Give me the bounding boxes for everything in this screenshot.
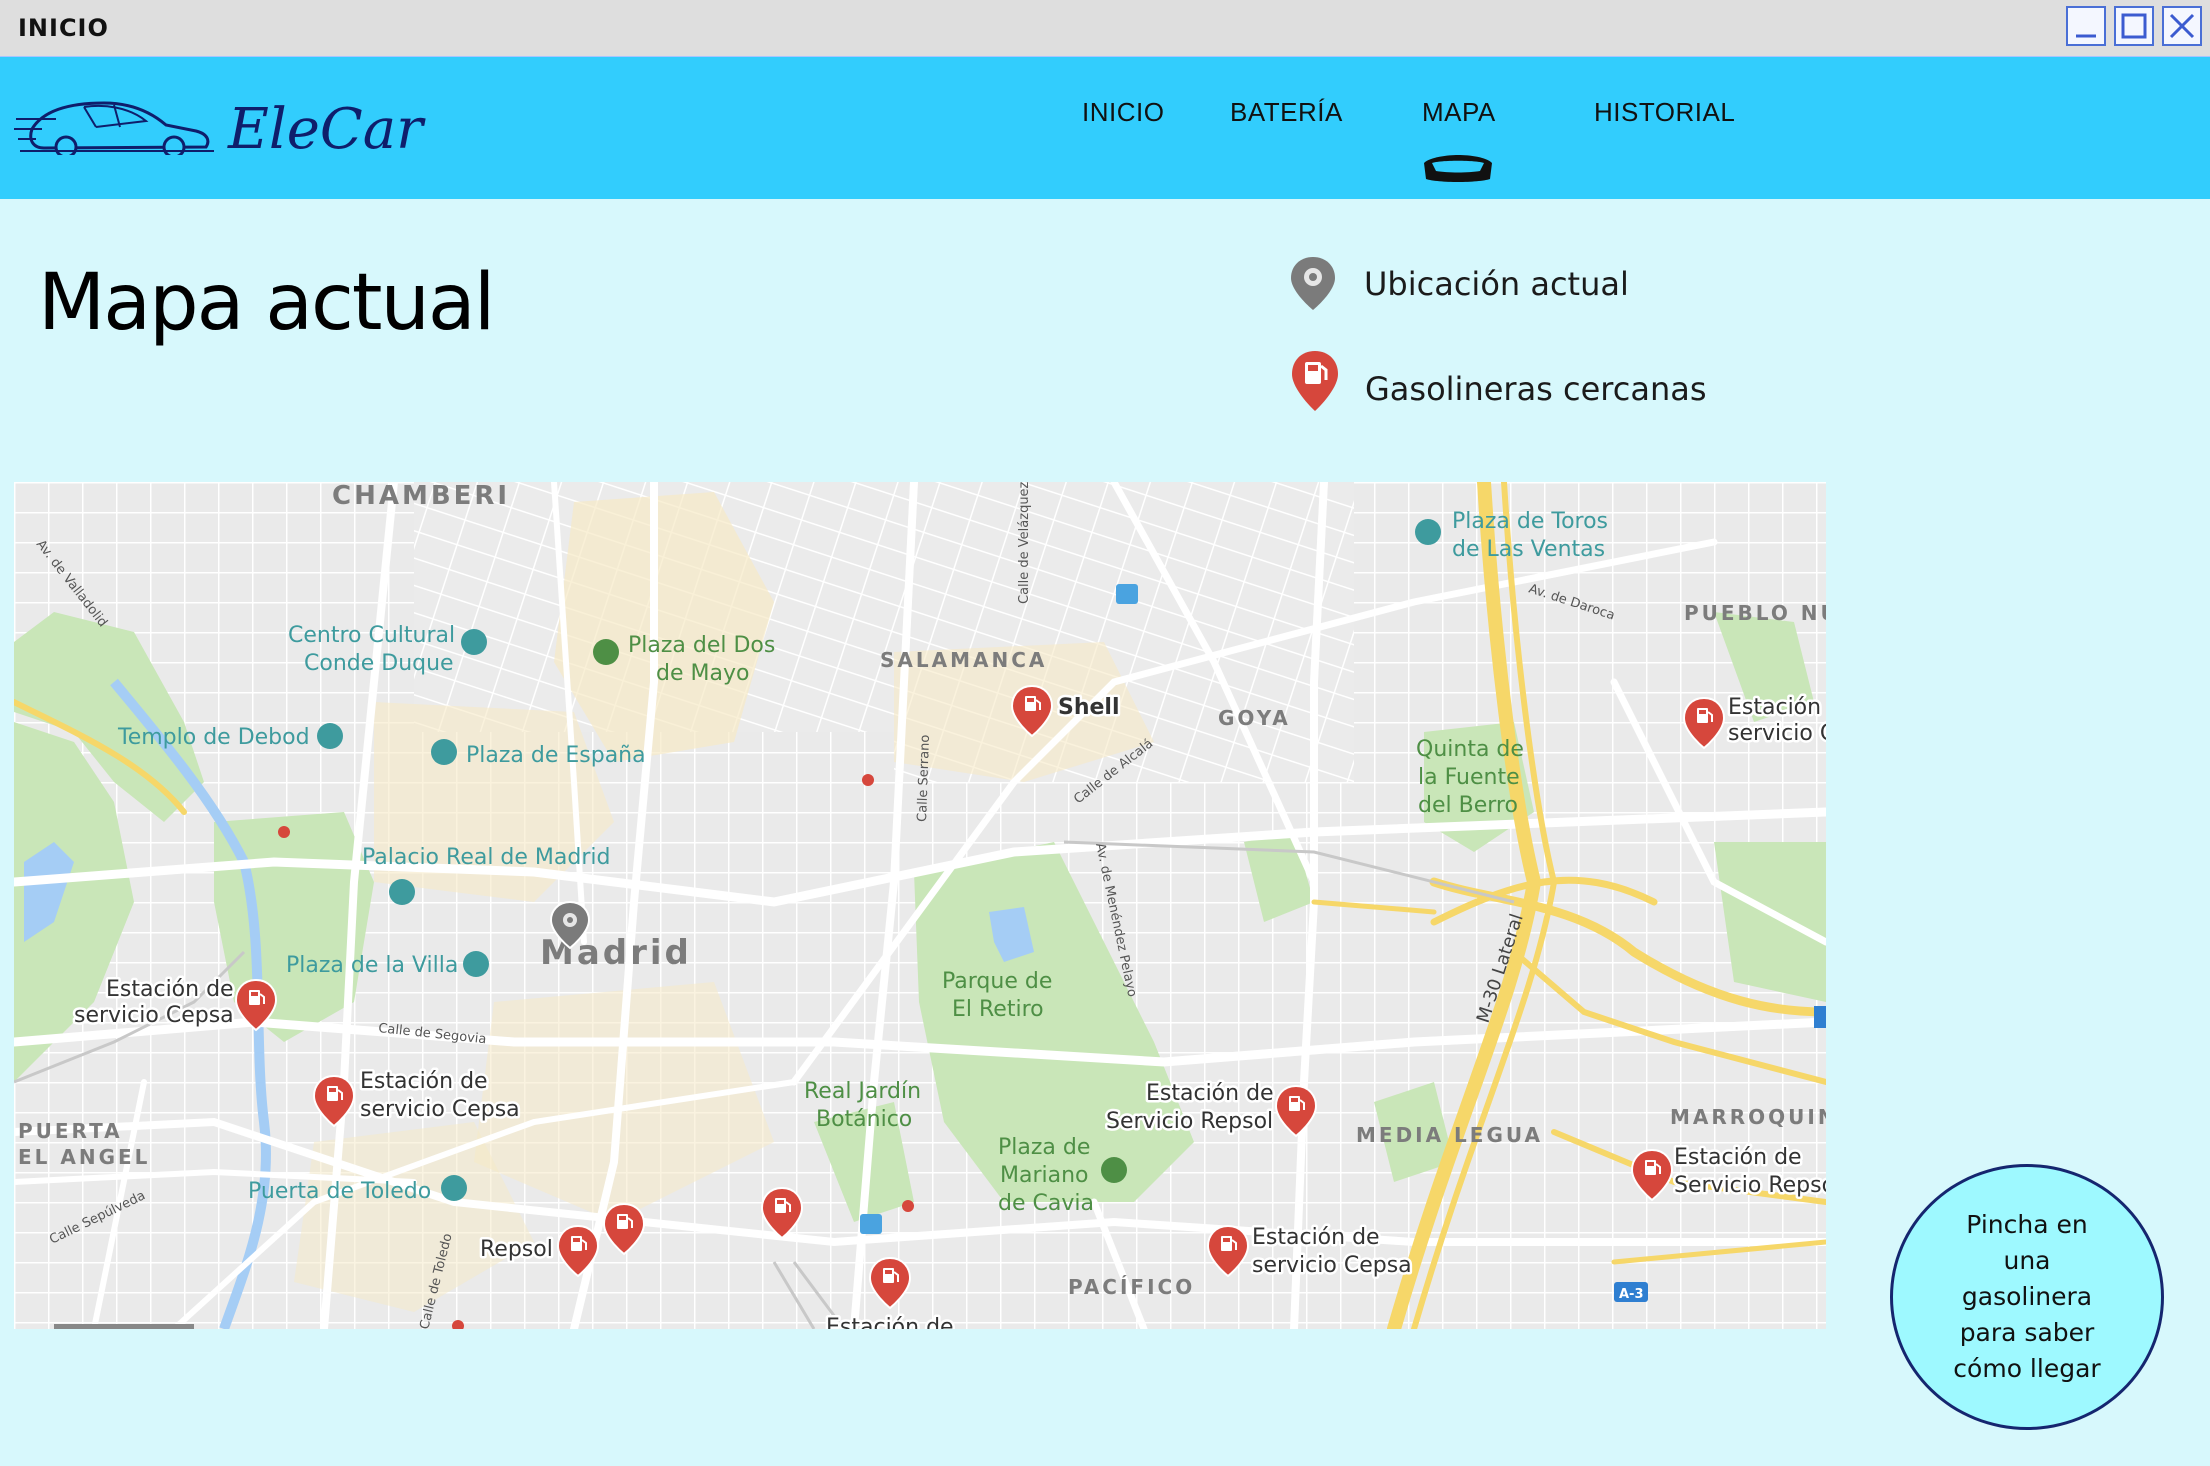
station-label-cepsa-south-2: servicio Cepsa — [1252, 1253, 1412, 1278]
map-place-retiro-1: Parque de — [942, 969, 1052, 994]
station-label-repsol-1: Estación de — [1146, 1081, 1274, 1106]
map-area-goya: GOYA — [1218, 706, 1291, 730]
station-label-cepsa-south-1: Estación de — [1252, 1225, 1380, 1250]
map-place-centro-cultural-1: Centro Cultural — [288, 623, 455, 648]
metro-icon — [1116, 584, 1138, 604]
map-area-marroquina: MARROQUIN — [1670, 1105, 1826, 1129]
map-place-quinta-3: del Berro — [1418, 793, 1518, 818]
map-area-chamberi: CHAMBERI — [332, 482, 510, 511]
map-place-dos-mayo-1: Plaza del Dos — [628, 633, 775, 658]
station-label-repsol-east-2: Servicio Repso — [1674, 1173, 1826, 1198]
map-place-mariano-3: de Cavia — [998, 1191, 1094, 1216]
poi-plaza-espana-icon — [431, 739, 457, 765]
station-label-cepsa-sw-2: servicio Cepsa — [360, 1097, 520, 1122]
location-pin-icon — [1291, 257, 1335, 310]
poi-puerta-toledo-icon — [441, 1175, 467, 1201]
metro-dot-icon — [862, 774, 874, 786]
map-area-media-legua: MEDIA LEGUA — [1356, 1123, 1543, 1147]
map-area-pueblo-nuevo: PUEBLO NU — [1684, 601, 1826, 625]
window-title: INICIO — [18, 14, 109, 42]
map-street-serrano: Calle Serrano — [915, 734, 933, 822]
close-icon — [2169, 13, 2195, 39]
fuel-pin-icon — [1292, 351, 1338, 411]
map-road-a3: A-3 — [1619, 1287, 1644, 1302]
map-place-quinta-2: la Fuente — [1418, 765, 1520, 790]
metro-dot-icon — [902, 1200, 914, 1212]
active-tab-car-icon — [1424, 155, 1492, 182]
car-logo-icon — [14, 101, 214, 155]
map-place-mariano-2: Mariano — [1000, 1163, 1089, 1188]
station-label-cepsa-west-2: servicio Cepsa — [74, 1003, 234, 1028]
map-place-dos-mayo-2: de Mayo — [656, 661, 749, 686]
map-place-templo-debod: Templo de Debod — [117, 725, 310, 750]
map-place-centro-cultural-2: Conde Duque — [304, 651, 454, 676]
minimize-icon — [2076, 34, 2096, 38]
map-area-puerta-2: EL ANGEL — [18, 1145, 150, 1169]
train-icon — [860, 1214, 882, 1234]
map-area-puerta-1: PUERTA — [18, 1119, 123, 1143]
map-street-velazquez: Calle de Velázquez — [1017, 482, 1032, 604]
station-label-cepsa-sw-1: Estación de — [360, 1069, 488, 1094]
station-label-repsol-east-1: Estación de — [1674, 1145, 1802, 1170]
map-place-plaza-toros-2: de Las Ventas — [1452, 537, 1605, 562]
map-place-jardin-1: Real Jardín — [804, 1079, 921, 1104]
poi-mariano-icon — [1101, 1157, 1127, 1183]
brand-name: EleCar — [228, 97, 423, 162]
poi-centro-cultural-icon — [461, 629, 487, 655]
map-canvas[interactable]: CHAMBERI SALAMANCA GOYA PUEBLO NU Madrid… — [14, 482, 1826, 1329]
poi-dos-mayo-icon — [593, 639, 619, 665]
map-place-plaza-espana: Plaza de España — [466, 743, 646, 768]
minimize-button[interactable] — [2066, 6, 2106, 46]
legend-current-location: Ubicación actual — [1364, 265, 1629, 303]
map-place-mariano-1: Plaza de — [998, 1135, 1090, 1160]
map-place-palacio-real: Palacio Real de Madrid — [362, 845, 610, 870]
poi-plaza-toros-icon — [1415, 519, 1441, 545]
station-label-cepsa-west-1: Estación de — [106, 977, 234, 1002]
nav-inicio[interactable]: INICIO — [1082, 97, 1164, 128]
map-area-pacifico: PACÍFICO — [1068, 1275, 1195, 1299]
metro-dot-icon — [278, 826, 290, 838]
window-titlebar: INICIO — [0, 0, 2210, 57]
maximize-button[interactable] — [2114, 6, 2154, 46]
map-place-jardin-2: Botánico — [816, 1107, 912, 1132]
station-label-repsol-small: Repsol — [480, 1237, 553, 1262]
station-label-right-1: Estación — [1728, 695, 1821, 720]
map-area-salamanca: SALAMANCA — [880, 648, 1047, 672]
station-label-right-2: servicio C — [1728, 721, 1826, 746]
station-label-shell: Shell — [1058, 695, 1120, 720]
hint-bubble: Pincha en una gasolinera para saber cómo… — [1890, 1164, 2164, 1430]
maximize-icon — [2121, 13, 2147, 39]
top-navbar: EleCar INICIO BATERÍA MAPA HISTORIAL — [0, 57, 2210, 199]
station-label-repsol-2: Servicio Repsol — [1106, 1109, 1273, 1134]
poi-palacio-real-icon — [389, 879, 415, 905]
map-place-puerta-toledo: Puerta de Toledo — [248, 1179, 431, 1204]
poi-plaza-villa-icon — [463, 951, 489, 977]
hint-text: Pincha en una gasolinera para saber cómo… — [1953, 1210, 2101, 1383]
map-place-retiro-2: El Retiro — [952, 997, 1044, 1022]
map-place-quinta-1: Quinta de — [1416, 737, 1524, 762]
nav-mapa[interactable]: MAPA — [1422, 97, 1496, 128]
nav-historial[interactable]: HISTORIAL — [1594, 97, 1735, 128]
close-button[interactable] — [2162, 6, 2202, 46]
nav-bateria[interactable]: BATERÍA — [1230, 97, 1343, 128]
map-place-plaza-villa: Plaza de la Villa — [286, 953, 458, 978]
map-view[interactable]: CHAMBERI SALAMANCA GOYA PUEBLO NU Madrid… — [14, 482, 1826, 1329]
legend-nearby-stations: Gasolineras cercanas — [1365, 370, 1707, 408]
page-title: Mapa actual — [38, 258, 495, 348]
map-place-plaza-toros-1: Plaza de Toros — [1452, 509, 1608, 534]
poi-templo-debod-icon — [317, 723, 343, 749]
station-label-cut: Estación de — [826, 1315, 954, 1329]
